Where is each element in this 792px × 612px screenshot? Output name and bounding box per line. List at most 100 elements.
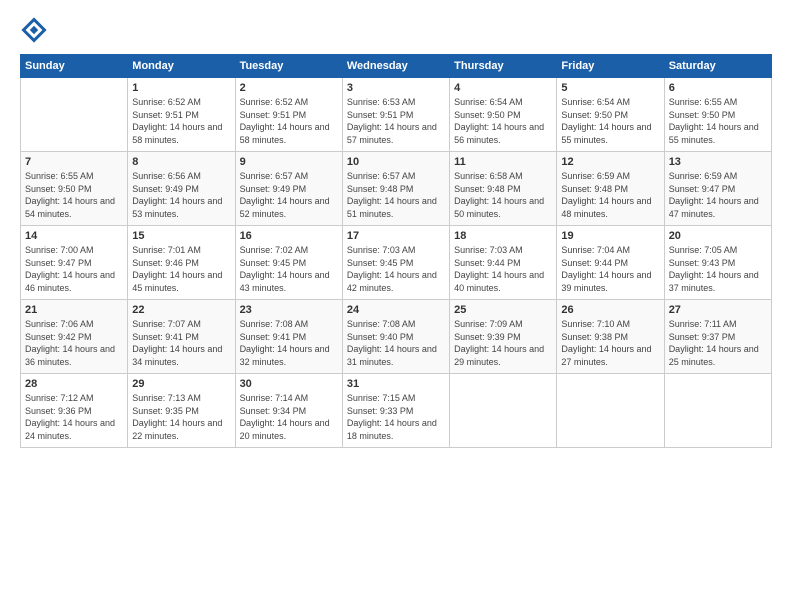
week-row-2: 14Sunrise: 7:00 AM Sunset: 9:47 PM Dayli… — [21, 226, 772, 300]
day-info: Sunrise: 7:14 AM Sunset: 9:34 PM Dayligh… — [240, 392, 338, 442]
day-number: 11 — [454, 156, 552, 168]
calendar-table: SundayMondayTuesdayWednesdayThursdayFrid… — [20, 54, 772, 448]
page: SundayMondayTuesdayWednesdayThursdayFrid… — [0, 0, 792, 612]
calendar-cell: 5Sunrise: 6:54 AM Sunset: 9:50 PM Daylig… — [557, 78, 664, 152]
calendar-cell: 31 Sunrise: 7:15 AM Sunset: 9:33 PM Dayli… — [342, 374, 449, 448]
weekday-header-tuesday: Tuesday — [235, 55, 342, 78]
calendar-cell — [664, 374, 771, 448]
day-number: 16 — [240, 230, 338, 242]
weekday-header-thursday: Thursday — [450, 55, 557, 78]
calendar-cell: 6 Sunrise: 6:55 AM Sunset: 9:50 PM Daylig… — [664, 78, 771, 152]
calendar-cell: 29Sunrise: 7:13 AM Sunset: 9:35 PM Dayli… — [128, 374, 235, 448]
day-number: 12 — [561, 156, 659, 168]
calendar-cell: 23 Sunrise: 7:08 AM Sunset: 9:41 PM Dayli… — [235, 300, 342, 374]
day-info: Sunrise: 6:52 AM Sunset: 9:51 PM Dayligh… — [132, 96, 230, 146]
weekday-header-monday: Monday — [128, 55, 235, 78]
calendar-cell — [450, 374, 557, 448]
calendar-cell: 2 Sunrise: 6:52 AM Sunset: 9:51 PM Daylig… — [235, 78, 342, 152]
day-info: Sunrise: 6:54 AM Sunset: 9:50 PM Dayligh… — [454, 96, 552, 146]
day-number: 2 — [240, 82, 338, 94]
day-number: 9 — [240, 156, 338, 168]
calendar-cell: 15Sunrise: 7:01 AM Sunset: 9:46 PM Dayli… — [128, 226, 235, 300]
day-info: Sunrise: 7:07 AM Sunset: 9:41 PM Dayligh… — [132, 318, 230, 368]
calendar-cell: 28 Sunrise: 7:12 AM Sunset: 9:36 PM Dayli… — [21, 374, 128, 448]
calendar-cell: 9 Sunrise: 6:57 AM Sunset: 9:49 PM Daylig… — [235, 152, 342, 226]
day-info: Sunrise: 7:13 AM Sunset: 9:35 PM Dayligh… — [132, 392, 230, 442]
day-info: Sunrise: 7:05 AM Sunset: 9:43 PM Dayligh… — [669, 244, 767, 294]
weekday-header-saturday: Saturday — [664, 55, 771, 78]
calendar-cell: 1 Sunrise: 6:52 AM Sunset: 9:51 PM Daylig… — [128, 78, 235, 152]
calendar-cell: 4Sunrise: 6:54 AM Sunset: 9:50 PM Daylig… — [450, 78, 557, 152]
calendar-cell: 8Sunrise: 6:56 AM Sunset: 9:49 PM Daylig… — [128, 152, 235, 226]
day-number: 19 — [561, 230, 659, 242]
day-number: 30 — [240, 378, 338, 390]
day-info: Sunrise: 7:08 AM Sunset: 9:40 PM Dayligh… — [347, 318, 445, 368]
day-number: 21 — [25, 304, 123, 316]
day-number: 17 — [347, 230, 445, 242]
day-info: Sunrise: 7:08 AM Sunset: 9:41 PM Dayligh… — [240, 318, 338, 368]
header — [20, 16, 772, 44]
weekday-header-row: SundayMondayTuesdayWednesdayThursdayFrid… — [21, 55, 772, 78]
day-number: 13 — [669, 156, 767, 168]
day-number: 18 — [454, 230, 552, 242]
day-info: Sunrise: 6:55 AM Sunset: 9:50 PM Dayligh… — [669, 96, 767, 146]
day-number: 1 — [132, 82, 230, 94]
weekday-header-sunday: Sunday — [21, 55, 128, 78]
calendar-cell: 19 Sunrise: 7:04 AM Sunset: 9:44 PM Dayli… — [557, 226, 664, 300]
day-info: Sunrise: 7:09 AM Sunset: 9:39 PM Dayligh… — [454, 318, 552, 368]
calendar-cell: 17Sunrise: 7:03 AM Sunset: 9:45 PM Dayli… — [342, 226, 449, 300]
day-info: Sunrise: 7:01 AM Sunset: 9:46 PM Dayligh… — [132, 244, 230, 294]
day-number: 20 — [669, 230, 767, 242]
calendar-cell: 7Sunrise: 6:55 AM Sunset: 9:50 PM Daylig… — [21, 152, 128, 226]
calendar-cell: 20 Sunrise: 7:05 AM Sunset: 9:43 PM Dayli… — [664, 226, 771, 300]
calendar-cell — [21, 78, 128, 152]
day-number: 26 — [561, 304, 659, 316]
day-info: Sunrise: 6:57 AM Sunset: 9:48 PM Dayligh… — [347, 170, 445, 220]
day-number: 27 — [669, 304, 767, 316]
calendar-cell: 24 Sunrise: 7:08 AM Sunset: 9:40 PM Dayli… — [342, 300, 449, 374]
logo-icon — [20, 16, 48, 44]
calendar-cell: 16Sunrise: 7:02 AM Sunset: 9:45 PM Dayli… — [235, 226, 342, 300]
calendar-cell — [557, 374, 664, 448]
day-info: Sunrise: 7:11 AM Sunset: 9:37 PM Dayligh… — [669, 318, 767, 368]
calendar-cell: 18Sunrise: 7:03 AM Sunset: 9:44 PM Dayli… — [450, 226, 557, 300]
calendar-cell: 3 Sunrise: 6:53 AM Sunset: 9:51 PM Daylig… — [342, 78, 449, 152]
day-info: Sunrise: 6:57 AM Sunset: 9:49 PM Dayligh… — [240, 170, 338, 220]
calendar-cell: 22 Sunrise: 7:07 AM Sunset: 9:41 PM Dayli… — [128, 300, 235, 374]
calendar-cell: 12 Sunrise: 6:59 AM Sunset: 9:48 PM Dayli… — [557, 152, 664, 226]
day-info: Sunrise: 7:12 AM Sunset: 9:36 PM Dayligh… — [25, 392, 123, 442]
weekday-header-friday: Friday — [557, 55, 664, 78]
day-number: 6 — [669, 82, 767, 94]
calendar-cell: 26 Sunrise: 7:10 AM Sunset: 9:38 PM Dayli… — [557, 300, 664, 374]
day-number: 7 — [25, 156, 123, 168]
day-info: Sunrise: 6:53 AM Sunset: 9:51 PM Dayligh… — [347, 96, 445, 146]
calendar-cell: 13 Sunrise: 6:59 AM Sunset: 9:47 PM Dayli… — [664, 152, 771, 226]
calendar-cell: 11 Sunrise: 6:58 AM Sunset: 9:48 PM Dayli… — [450, 152, 557, 226]
day-info: Sunrise: 7:00 AM Sunset: 9:47 PM Dayligh… — [25, 244, 123, 294]
day-info: Sunrise: 6:58 AM Sunset: 9:48 PM Dayligh… — [454, 170, 552, 220]
day-number: 24 — [347, 304, 445, 316]
day-number: 28 — [25, 378, 123, 390]
logo — [20, 16, 52, 44]
day-info: Sunrise: 6:59 AM Sunset: 9:47 PM Dayligh… — [669, 170, 767, 220]
calendar-cell: 10Sunrise: 6:57 AM Sunset: 9:48 PM Dayli… — [342, 152, 449, 226]
day-info: Sunrise: 7:04 AM Sunset: 9:44 PM Dayligh… — [561, 244, 659, 294]
day-info: Sunrise: 6:59 AM Sunset: 9:48 PM Dayligh… — [561, 170, 659, 220]
weekday-header-wednesday: Wednesday — [342, 55, 449, 78]
day-info: Sunrise: 6:54 AM Sunset: 9:50 PM Dayligh… — [561, 96, 659, 146]
day-number: 25 — [454, 304, 552, 316]
day-info: Sunrise: 6:52 AM Sunset: 9:51 PM Dayligh… — [240, 96, 338, 146]
day-number: 3 — [347, 82, 445, 94]
day-info: Sunrise: 7:15 AM Sunset: 9:33 PM Dayligh… — [347, 392, 445, 442]
calendar-cell: 14Sunrise: 7:00 AM Sunset: 9:47 PM Dayli… — [21, 226, 128, 300]
calendar-cell: 25 Sunrise: 7:09 AM Sunset: 9:39 PM Dayli… — [450, 300, 557, 374]
calendar-cell: 30 Sunrise: 7:14 AM Sunset: 9:34 PM Dayli… — [235, 374, 342, 448]
day-info: Sunrise: 6:56 AM Sunset: 9:49 PM Dayligh… — [132, 170, 230, 220]
day-number: 23 — [240, 304, 338, 316]
day-number: 31 — [347, 378, 445, 390]
day-info: Sunrise: 7:10 AM Sunset: 9:38 PM Dayligh… — [561, 318, 659, 368]
day-number: 22 — [132, 304, 230, 316]
calendar-cell: 21 Sunrise: 7:06 AM Sunset: 9:42 PM Dayli… — [21, 300, 128, 374]
day-info: Sunrise: 7:06 AM Sunset: 9:42 PM Dayligh… — [25, 318, 123, 368]
week-row-1: 7Sunrise: 6:55 AM Sunset: 9:50 PM Daylig… — [21, 152, 772, 226]
